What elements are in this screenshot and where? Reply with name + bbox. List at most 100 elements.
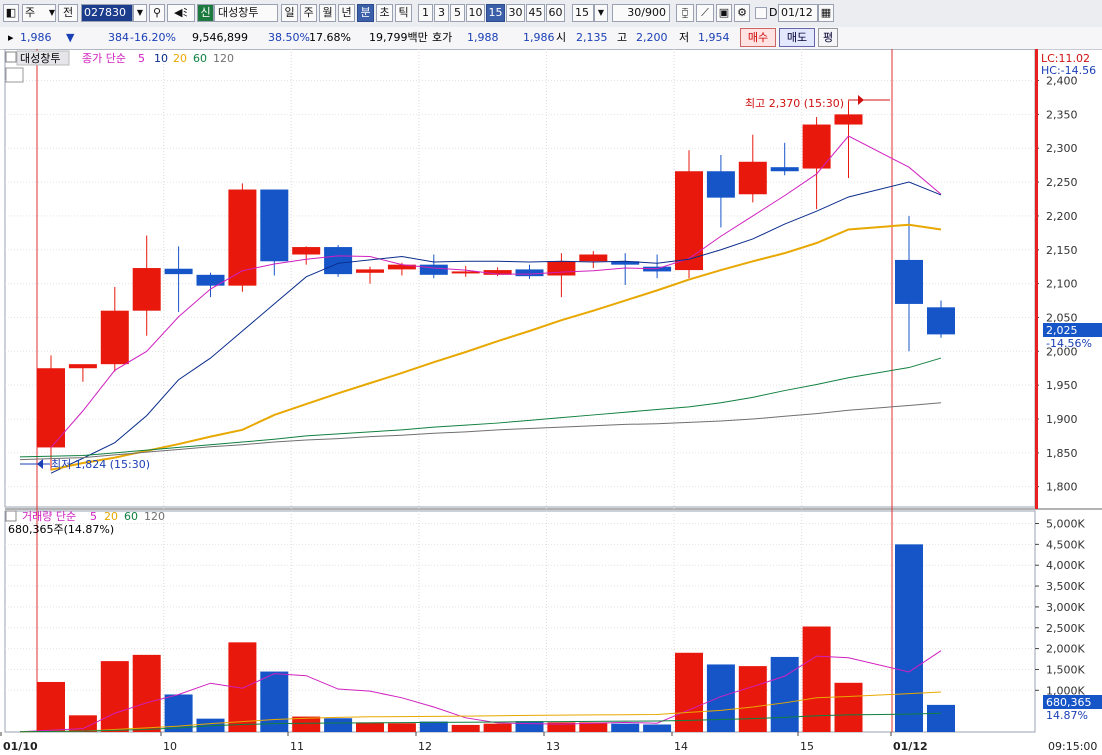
legend-box-icon[interactable] [5,51,17,63]
calendar-icon[interactable]: ▦ [818,4,834,22]
volume-tick-label: 4,500K [1046,538,1085,551]
change-arrow-icon: ▼ [66,31,75,44]
ma-5-line [50,135,942,448]
dropdown-arrow-icon: ▼ [48,8,55,17]
legend-stock-name: 대성창투 [20,52,60,65]
price-tick-label: 2,100 [1046,278,1078,291]
candle-body [419,264,448,275]
change-percent: -16.20% [130,31,176,44]
volume-legend-box-icon[interactable] [5,510,17,522]
period-4-button[interactable]: 분 [357,4,374,22]
price-tick-label: 2,050 [1046,311,1078,324]
volume-ratio: 38.50% [268,31,310,44]
interval-5-button[interactable]: 5 [450,4,465,22]
candle-body [579,254,608,262]
code-input[interactable]: 027830 [81,4,133,22]
candle-body [132,268,161,311]
stock-chart[interactable]: 1,8001,8501,9001,9502,0002,0502,1002,150… [0,49,1102,755]
volume-tick-label: 4,000K [1046,559,1085,572]
x-tick-label: 14 [674,740,688,753]
buy-button[interactable]: 매수 [740,28,776,47]
interval-15-button[interactable]: 15 [486,4,505,22]
price-tag: 2,025 [1046,324,1078,337]
volume-tick-label: 2,000K [1046,643,1085,656]
volume-bar [132,654,161,732]
count-input[interactable]: 30/900 [612,4,670,22]
candle-body [927,307,955,335]
grid-toggle-icon[interactable] [5,67,24,83]
save-icon[interactable]: ▣ [716,4,732,22]
candle-body [515,269,544,277]
credit-badge: 신 [197,4,214,22]
volume-tick-label: 1,500K [1046,663,1085,676]
candle-body [260,189,289,262]
code-dropdown-icon[interactable]: ▼ [133,4,147,22]
period-2-button[interactable]: 월 [319,4,336,22]
low-price: 1,954 [698,31,730,44]
open-price: 2,135 [576,31,608,44]
volume-bar [834,682,863,732]
ma-60-line [19,357,942,458]
low-arrow-icon [37,459,43,469]
interval-60-button[interactable]: 60 [546,4,565,22]
interval-input[interactable]: 15 [572,4,594,22]
period-0-button[interactable]: 일 [281,4,298,22]
candle-body [324,247,353,275]
volume-bar [100,661,129,732]
price-tick-label: 1,900 [1046,413,1078,426]
date-separators [36,49,893,732]
volume-bars [37,544,955,732]
period-1-button[interactable]: 주 [300,4,317,22]
interval-30-button[interactable]: 30 [506,4,525,22]
trend-tool-icon[interactable]: ⟋ [696,4,714,22]
interval-1-button[interactable]: 1 [418,4,433,22]
volume-bar [770,656,799,732]
eval-button[interactable]: 평 [818,28,838,47]
interval-3-button[interactable]: 3 [434,4,449,22]
period-select[interactable]: 주 ▼ [22,4,56,22]
period-5-button[interactable]: 초 [376,4,393,22]
candle-body [292,247,321,255]
volume-tick-label: 3,000K [1046,601,1085,614]
price-tick-label: 1,850 [1046,447,1078,460]
settings-icon[interactable]: ⚙ [734,4,750,22]
volume-legend-ma20: 20 [104,510,118,523]
chart-toolbar: ◧ 주 ▼ 전 027830 ▼ ⚲ ◀ﾐ 신 대성창투 일주월년분초틱 1351… [0,0,1102,28]
volume-pct: 14.87% [1046,709,1088,722]
candle-body [356,269,384,273]
interval-dropdown-icon[interactable]: ▼ [594,4,608,22]
interval-10-button[interactable]: 10 [466,4,485,22]
d-checkbox-label: D [769,6,778,19]
sound-icon[interactable]: ◀ﾐ [167,4,195,22]
price-tick-label: 1,800 [1046,481,1078,494]
time-label: 09:15:00 [1048,740,1097,753]
volume-tick-label: 3,500K [1046,580,1085,593]
legend-ma-title: 종가 단순 [82,52,126,65]
volume-bar [324,718,353,732]
volume-bar [260,671,289,732]
low-label: 저 [679,31,690,44]
open-label: 시 [556,31,567,44]
sell-button[interactable]: 매도 [779,28,815,47]
d-checkbox[interactable] [755,7,767,19]
candle-type-icon[interactable]: ⧮ [676,4,694,22]
stock-name[interactable]: 대성창투 [214,4,278,22]
x-tick-label: 15 [800,740,814,753]
prev-button[interactable]: 전 [58,4,78,22]
period-6-button[interactable]: 틱 [395,4,412,22]
price-tick-label: 2,300 [1046,142,1078,155]
x-tick-label: 13 [546,740,560,753]
change-amount: 384 [108,31,129,44]
price-tick-label: 2,150 [1046,244,1078,257]
legend-ma20: 20 [173,52,187,65]
period-3-button[interactable]: 년 [338,4,355,22]
date-input[interactable]: 01/12 [778,4,818,22]
volume-value: 9,546,899 [192,31,248,44]
volume-legend-value: 680,365주(14.87%) [8,523,114,536]
volume-tick-label: 5,000K [1046,518,1085,531]
search-icon[interactable]: ⚲ [149,4,165,22]
volume-legend-title: 거래량 단순 [22,510,76,523]
interval-45-button[interactable]: 45 [526,4,545,22]
chart-menu-icon[interactable]: ◧ [3,4,19,22]
volume-tick-label: 2,500K [1046,622,1085,635]
